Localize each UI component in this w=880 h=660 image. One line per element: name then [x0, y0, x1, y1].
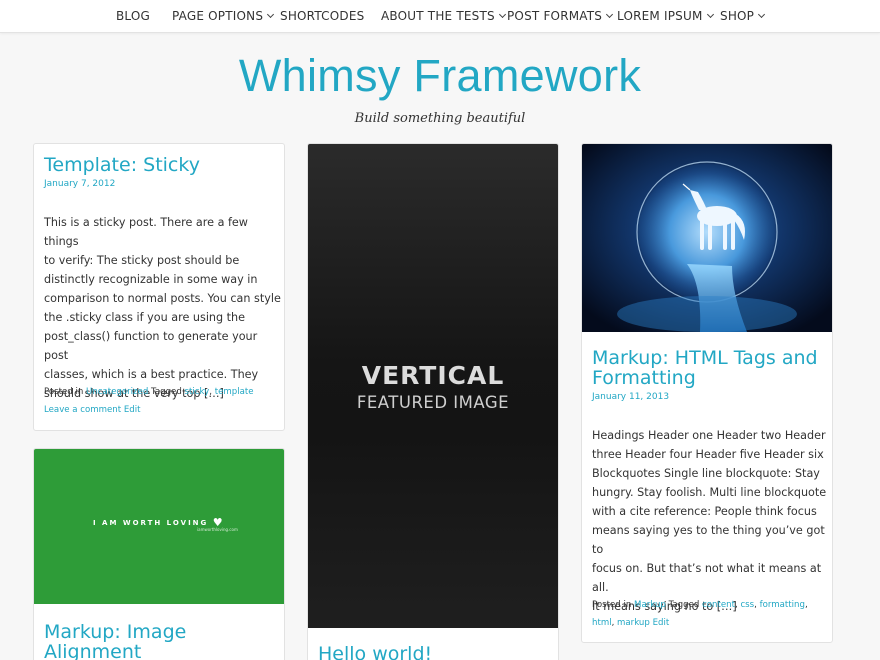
excerpt-line: Headings Header one Header two Header	[592, 429, 826, 442]
chevron-down-icon	[758, 10, 766, 19]
nav-item-shop[interactable]: SHOP	[720, 9, 766, 23]
featured-image-unicorn[interactable]	[582, 144, 832, 332]
post-meta: Posted in Markup Tagged content, css, fo…	[592, 600, 808, 628]
chevron-down-icon	[498, 10, 506, 19]
category-link[interactable]: Markup	[634, 600, 666, 610]
excerpt-line: focus on. But that’s not what it means a…	[592, 562, 822, 594]
featured-image[interactable]: VERTICAL FEATURED IMAGE	[308, 144, 558, 628]
post-title-line: Markup: Image	[44, 621, 187, 643]
nav-label: SHORTCODES	[280, 9, 365, 23]
chevron-down-icon	[706, 10, 714, 19]
image-url-text: iamworthloving.com	[197, 527, 238, 532]
edit-link[interactable]: Edit	[124, 405, 141, 415]
tag-link[interactable]: css	[740, 600, 754, 610]
tag-link[interactable]: markup	[617, 618, 650, 628]
post-title-line: Alignment	[44, 641, 142, 660]
excerpt-line: hungry. Stay foolish. Multi line blockqu…	[592, 486, 827, 499]
post-excerpt: This is a sticky post. There are a few t…	[44, 213, 284, 403]
tag-link[interactable]: sticky	[185, 387, 210, 397]
post-title[interactable]: Markup: HTML Tags and Formatting	[592, 348, 818, 388]
nav-label: BLOG	[116, 9, 151, 23]
posted-in-label: Posted in	[44, 387, 84, 397]
post-title[interactable]: Hello world!	[318, 644, 432, 660]
excerpt-line: the .sticky class if you are using the	[44, 311, 246, 324]
chevron-down-icon	[606, 10, 614, 19]
nav-item-shortcodes[interactable]: SHORTCODES	[280, 9, 364, 23]
site-description: Build something beautiful	[354, 111, 526, 126]
excerpt-line: This is a sticky post. There are a few t…	[44, 216, 248, 248]
post-title-line: Markup: HTML Tags and	[592, 347, 818, 369]
primary-navigation: BLOG PAGE OPTIONS SHORTCODES ABOUT THE T…	[0, 0, 880, 33]
post-card-html-tags: Markup: HTML Tags and Formatting January…	[581, 143, 833, 643]
tag-link[interactable]: html	[592, 618, 612, 628]
post-date[interactable]: January 11, 2013	[592, 392, 669, 402]
excerpt-line: comparison to normal posts. You can styl…	[44, 292, 281, 305]
post-excerpt: Headings Header one Header two Header th…	[592, 426, 832, 616]
nav-item-blog[interactable]: BLOG	[116, 9, 150, 23]
image-text-vertical: VERTICAL	[361, 361, 505, 390]
posted-in-label: Posted in	[592, 600, 632, 610]
tag-link[interactable]: content	[702, 600, 735, 610]
tag-link[interactable]: formatting	[760, 600, 805, 610]
featured-image[interactable]: I AM WORTH LOVING ♥ iamworthloving.com	[34, 449, 284, 604]
post-date[interactable]: January 7, 2012	[44, 179, 115, 189]
excerpt-line: means saying yes to the thing you’ve got…	[592, 524, 825, 556]
nav-label: ABOUT THE TESTS	[381, 9, 495, 23]
nav-item-lorem-ipsum[interactable]: LOREM IPSUM	[617, 9, 714, 23]
post-card-image-alignment: I AM WORTH LOVING ♥ iamworthloving.com M…	[33, 448, 285, 660]
category-link[interactable]: Uncategorized	[86, 387, 148, 397]
excerpt-line: three Header four Header five Header six	[592, 448, 824, 461]
post-meta: Posted in Uncategorized Tagged sticky, t…	[44, 387, 254, 415]
post-card-sticky: Template: Sticky January 7, 2012 This is…	[33, 143, 285, 431]
nav-label: SHOP	[720, 9, 755, 23]
nav-label: LOREM IPSUM	[617, 9, 703, 23]
post-title[interactable]: Markup: Image Alignment	[44, 622, 186, 660]
excerpt-line: with a cite reference: People think focu…	[592, 505, 817, 518]
image-text-featured-image: FEATURED IMAGE	[356, 393, 510, 412]
unicorn-image-svg	[582, 144, 832, 332]
post-title[interactable]: Template: Sticky	[44, 155, 200, 175]
nav-item-page-options[interactable]: PAGE OPTIONS	[172, 9, 275, 23]
site-title[interactable]: Whimsy Framework	[0, 50, 880, 102]
post-card-hello-world: VERTICAL FEATURED IMAGE Hello world!	[307, 143, 559, 660]
excerpt-line: classes, which is a best practice. They	[44, 368, 259, 381]
edit-link[interactable]: Edit	[653, 618, 670, 628]
excerpt-line: Blockquotes Single line blockquote: Stay	[592, 467, 820, 480]
nav-item-post-formats[interactable]: POST FORMATS	[507, 9, 614, 23]
nav-label: PAGE OPTIONS	[172, 9, 264, 23]
post-title-line: Formatting	[592, 367, 696, 389]
image-caption-text: I AM WORTH LOVING	[93, 519, 209, 527]
tagged-label: Tagged	[151, 387, 182, 397]
excerpt-line: to verify: The sticky post should be	[44, 254, 240, 267]
excerpt-line: distinctly recognizable in some way in	[44, 273, 258, 286]
excerpt-line: post_class() function to generate your p…	[44, 330, 258, 362]
nav-label: POST FORMATS	[507, 9, 603, 23]
leave-comment-link[interactable]: Leave a comment	[44, 405, 121, 415]
tagged-label: Tagged	[668, 600, 700, 610]
chevron-down-icon	[267, 10, 275, 19]
nav-item-about-the-tests[interactable]: ABOUT THE TESTS	[381, 9, 506, 23]
tag-link[interactable]: template	[215, 387, 254, 397]
